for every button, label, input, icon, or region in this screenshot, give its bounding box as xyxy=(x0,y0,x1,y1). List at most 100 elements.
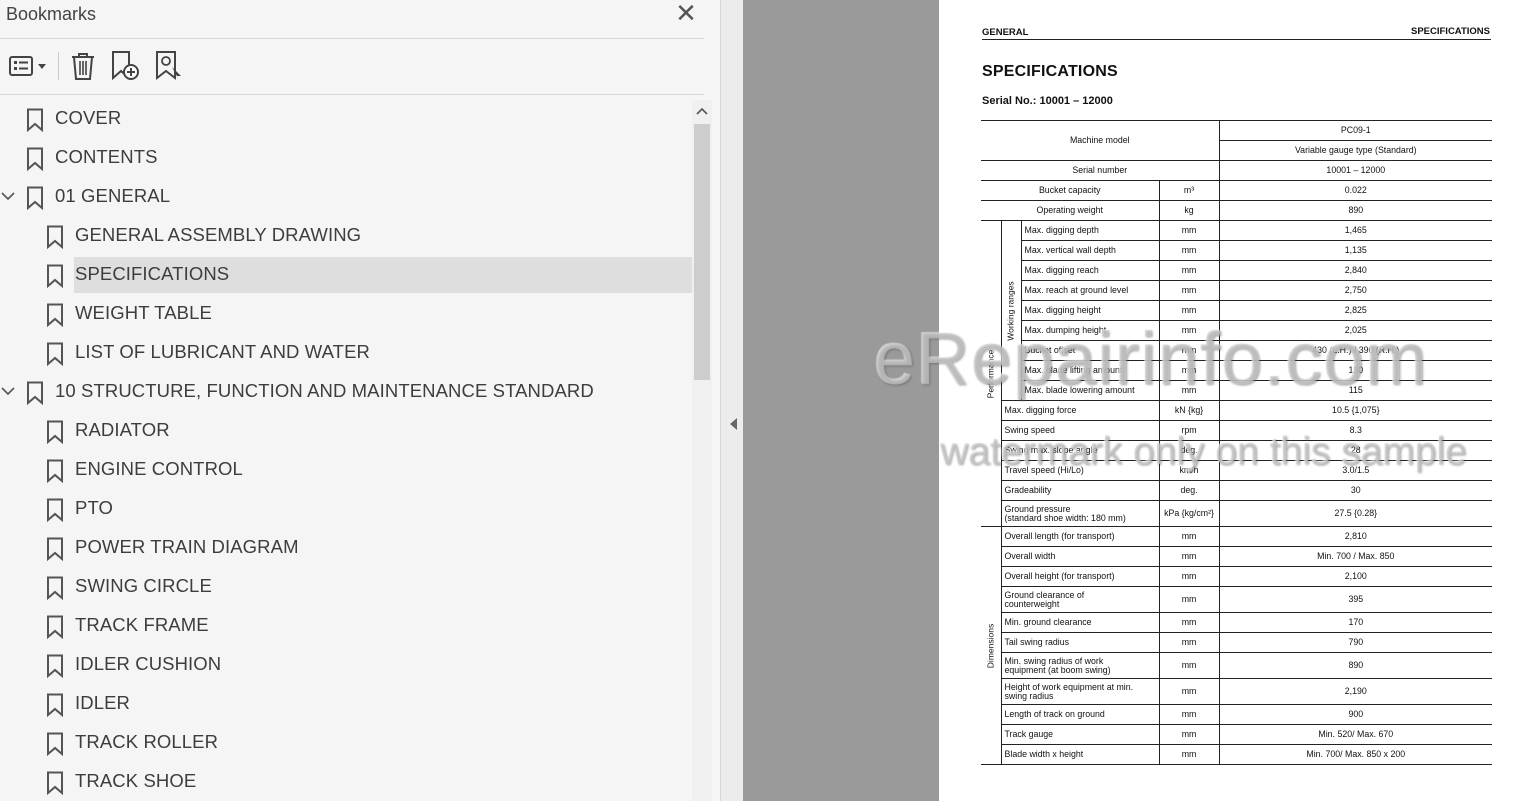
spec-unit: deg. xyxy=(1180,445,1198,455)
spec-item: Max. vertical wall depth xyxy=(1024,245,1116,255)
scroll-thumb[interactable] xyxy=(694,124,710,380)
new-bookmark-button[interactable] xyxy=(108,50,142,82)
bookmark-item[interactable]: SPECIFICATIONS xyxy=(0,257,692,293)
bookmark-item[interactable]: 10 STRUCTURE, FUNCTION AND MAINTENANCE S… xyxy=(0,374,692,410)
spec-unit: mm xyxy=(1181,660,1197,670)
bookmark-label: SPECIFICATIONS xyxy=(75,263,230,284)
divider xyxy=(0,38,704,39)
chevron-down-icon[interactable] xyxy=(0,188,16,204)
spec-unit: mm xyxy=(1181,245,1197,255)
bookmark-label: ENGINE CONTROL xyxy=(75,458,243,479)
spec-value: 0.022 xyxy=(1344,185,1367,195)
spec-value: 890 xyxy=(1348,660,1364,670)
collapse-panel-icon[interactable] xyxy=(727,416,739,432)
bookmark-item[interactable]: TRACK SHOE xyxy=(0,764,692,800)
bookmark-item[interactable]: WEIGHT TABLE xyxy=(0,296,692,332)
bookmark-item[interactable]: IDLER xyxy=(0,686,692,722)
toolbar-divider xyxy=(58,52,59,80)
spec-item: Min. ground clearance xyxy=(1004,617,1092,627)
spec-unit: mm xyxy=(1181,305,1197,315)
bookmark-item[interactable]: TRACK FRAME xyxy=(0,608,692,644)
divider xyxy=(0,94,704,95)
spec-item: Length of track on ground xyxy=(1004,709,1105,719)
spec-value: 900 xyxy=(1348,709,1364,719)
delete-bookmark-icon xyxy=(72,53,94,80)
spec-item-continued: counterweight xyxy=(1004,598,1060,609)
spec-value: 395 xyxy=(1348,594,1364,604)
panel-splitter[interactable] xyxy=(720,0,743,801)
working-ranges-label: Working ranges xyxy=(1005,280,1016,341)
spec-item: Bucket offset xyxy=(1024,345,1076,355)
scrollbar[interactable] xyxy=(692,100,712,801)
spec-item: Travel speed (Hi/Lo) xyxy=(1004,465,1084,475)
bookmark-label: WEIGHT TABLE xyxy=(75,302,212,323)
spec-unit: mm xyxy=(1181,637,1197,647)
bookmark-icon xyxy=(27,108,43,132)
bookmark-label: RADIATOR xyxy=(75,419,170,440)
spec-item-continued: (standard shoe width: 180 mm) xyxy=(1004,512,1126,523)
close-icon[interactable]: ✕ xyxy=(674,0,698,26)
bookmark-label: GENERAL ASSEMBLY DRAWING xyxy=(75,224,362,245)
spec-value: 30 xyxy=(1350,485,1361,495)
spec-unit: deg. xyxy=(1180,485,1198,495)
find-bookmark-button[interactable] xyxy=(152,50,186,82)
page-header-right: SPECIFICATIONS xyxy=(1411,26,1490,37)
spec-value: 2,025 xyxy=(1344,325,1367,335)
spec-unit: mm xyxy=(1181,385,1197,395)
spec-item: Max. digging force xyxy=(1004,405,1077,415)
spec-value: 180 xyxy=(1348,365,1364,375)
spec-unit: mm xyxy=(1181,749,1197,759)
bookmark-icon xyxy=(47,732,63,756)
serial-value: 10001 – 12000 xyxy=(1326,165,1386,175)
document-page: GENERAL SPECIFICATIONS SPECIFICATIONS Se… xyxy=(939,0,1535,801)
find-bookmark-icon xyxy=(156,51,181,81)
spec-value: 2,840 xyxy=(1344,265,1367,275)
delete-bookmark-button[interactable] xyxy=(66,50,100,82)
spec-unit: rpm xyxy=(1181,425,1197,435)
spec-unit: mm xyxy=(1181,551,1197,561)
chevron-down-icon[interactable] xyxy=(0,383,16,399)
bookmark-icon xyxy=(47,576,63,600)
spec-unit: km/h xyxy=(1179,465,1199,475)
spec-unit: mm xyxy=(1181,265,1197,275)
scroll-up-icon[interactable] xyxy=(692,100,712,122)
spec-item: Max. digging height xyxy=(1024,305,1101,315)
spec-item: Overall length (for transport) xyxy=(1004,531,1115,541)
spec-item: Bucket capacity xyxy=(1038,185,1101,195)
machine-model-label: Machine model xyxy=(1069,135,1130,145)
bookmark-item[interactable]: RADIATOR xyxy=(0,413,692,449)
bookmark-item[interactable]: GENERAL ASSEMBLY DRAWING xyxy=(0,218,692,254)
bookmark-item[interactable]: CONTENTS xyxy=(0,140,692,176)
bookmark-item[interactable]: SWING CIRCLE xyxy=(0,569,692,605)
bookmark-item[interactable]: PTO xyxy=(0,491,692,527)
spec-value: 2,190 xyxy=(1344,686,1367,696)
spec-unit: kg xyxy=(1184,205,1194,215)
bookmark-item[interactable]: LIST OF LUBRICANT AND WATER xyxy=(0,335,692,371)
bookmark-item[interactable]: 01 GENERAL xyxy=(0,179,692,215)
spec-unit: kPa {kg/cm²} xyxy=(1164,508,1214,518)
bookmark-item[interactable]: ENGINE CONTROL xyxy=(0,452,692,488)
spec-item: Operating weight xyxy=(1036,205,1103,215)
spec-item: Overall width xyxy=(1004,551,1056,561)
serial-number-line: Serial No.: 10001 – 12000 xyxy=(982,95,1113,107)
bookmark-item[interactable]: POWER TRAIN DIAGRAM xyxy=(0,530,692,566)
spec-unit: kN {kg} xyxy=(1174,405,1204,415)
bookmark-item[interactable]: IDLER CUSHION xyxy=(0,647,692,683)
spec-value: 890 xyxy=(1348,205,1364,215)
spec-value: 1,135 xyxy=(1344,245,1367,255)
spec-value: 1,465 xyxy=(1344,225,1367,235)
options-button[interactable] xyxy=(4,50,50,82)
bookmark-item[interactable]: COVER xyxy=(0,101,692,137)
bookmark-label: CONTENTS xyxy=(55,146,158,167)
bookmark-label: TRACK ROLLER xyxy=(75,731,219,752)
spec-unit: mm xyxy=(1181,729,1197,739)
bookmark-label: IDLER xyxy=(75,692,130,713)
spec-value: 170 xyxy=(1348,617,1364,627)
spec-value: 27.5 {0.28} xyxy=(1334,508,1378,518)
bookmark-icon xyxy=(47,537,63,561)
spec-unit: mm xyxy=(1181,325,1197,335)
bookmark-item[interactable]: TRACK ROLLER xyxy=(0,725,692,761)
spec-item: Track gauge xyxy=(1004,729,1054,739)
spec-item: Max. dumping height xyxy=(1024,325,1107,335)
bookmarks-panel: Bookmarks ✕ COVER CONTENTS 01 GENERAL GE… xyxy=(0,0,720,801)
